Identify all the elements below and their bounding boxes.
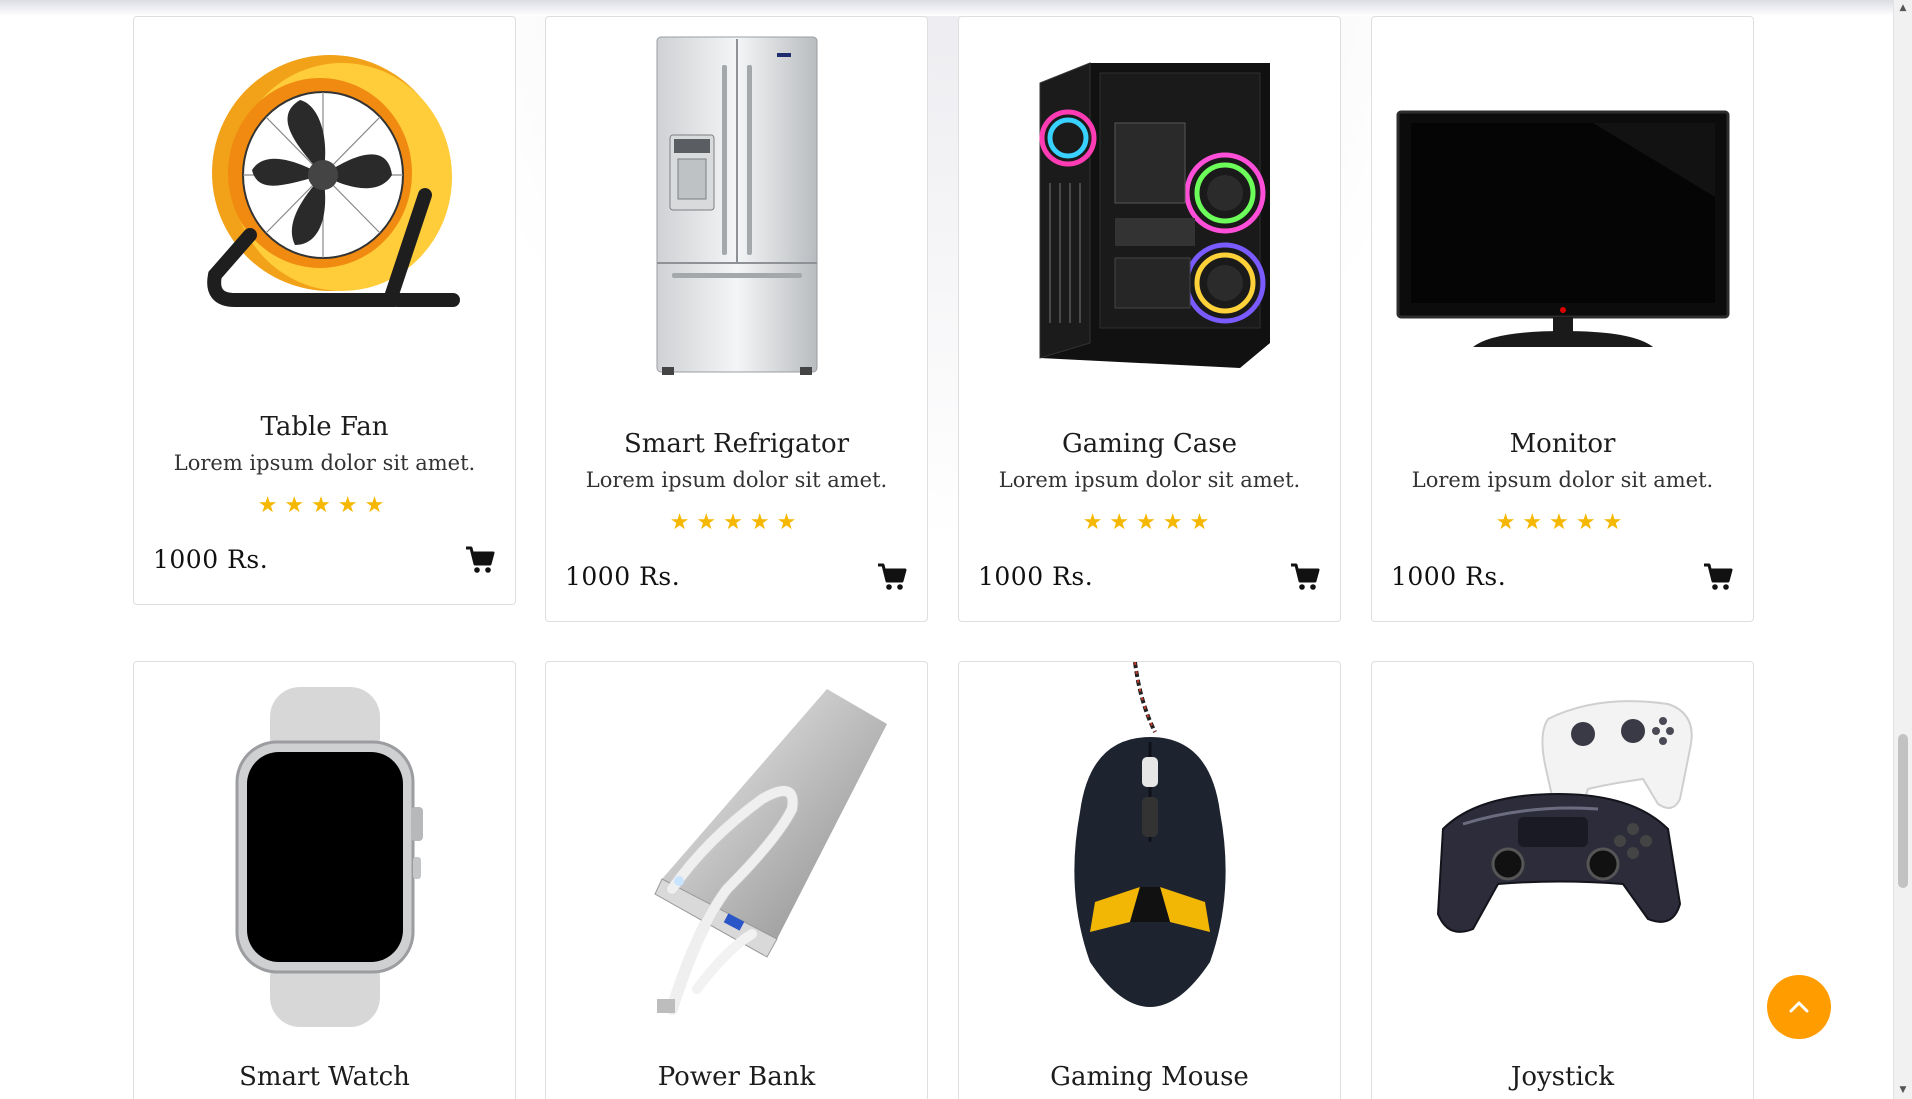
product-card-gaming-case[interactable]: Gaming Case Lorem ipsum dolor sit amet. … [958,16,1341,622]
product-grid-page: Table Fan Lorem ipsum dolor sit amet. ★★… [0,0,1893,1099]
scrollbar-thumb[interactable] [1898,734,1908,888]
product-description: Lorem ipsum dolor sit amet. [173,451,476,475]
rating-stars: ★★★★★ [1495,510,1630,535]
product-card-joystick[interactable]: Joystick [1371,661,1754,1099]
product-card-smart-watch[interactable]: Smart Watch [133,661,516,1099]
product-name: Smart Watch [239,1062,410,1092]
product-card-table-fan[interactable]: Table Fan Lorem ipsum dolor sit amet. ★★… [133,16,516,605]
product-price: 1000 Rs. [565,562,681,591]
joystick-image [1372,684,1753,974]
product-description: Lorem ipsum dolor sit amet. [998,468,1301,492]
refrigerator-image [546,35,927,380]
scroll-up-arrow-icon[interactable]: ▲ [1894,0,1912,17]
product-description: Lorem ipsum dolor sit amet. [585,468,888,492]
gaming-mouse-image [959,662,1340,1007]
back-to-top-button[interactable] [1767,975,1831,1039]
product-card-smart-refrigator[interactable]: Smart Refrigator Lorem ipsum dolor sit a… [545,16,928,622]
chevron-up-icon [1789,1001,1809,1013]
product-name: Table Fan [260,412,389,442]
product-description: Lorem ipsum dolor sit amet. [1411,468,1714,492]
shopping-cart-icon[interactable] [1290,563,1320,591]
product-card-gaming-mouse[interactable]: Gaming Mouse [958,661,1341,1099]
product-price: 1000 Rs. [153,545,269,574]
product-price: 1000 Rs. [978,562,1094,591]
product-name: Gaming Mouse [1050,1062,1249,1092]
shopping-cart-icon[interactable] [877,563,907,591]
shopping-cart-icon[interactable] [1703,563,1733,591]
page-scrollbar[interactable]: ▲ ▼ [1893,0,1912,1099]
smart-watch-image [134,684,515,1029]
product-card-monitor[interactable]: Monitor Lorem ipsum dolor sit amet. ★★★★… [1371,16,1754,622]
product-name: Smart Refrigator [623,429,850,459]
table-fan-image [134,35,515,345]
product-name: Monitor [1509,429,1616,459]
shopping-cart-icon[interactable] [465,546,495,574]
product-price: 1000 Rs. [1391,562,1507,591]
power-bank-image [546,684,927,1029]
scroll-down-arrow-icon[interactable]: ▼ [1894,1082,1912,1099]
product-card-power-bank[interactable]: Power Bank [545,661,928,1099]
rating-stars: ★★★★★ [669,510,804,535]
gaming-case-image [959,35,1340,380]
product-name: Joystick [1510,1062,1615,1092]
rating-stars: ★★★★★ [1082,510,1217,535]
product-name: Gaming Case [1061,429,1238,459]
rating-stars: ★★★★★ [257,493,392,518]
monitor-image [1372,77,1753,387]
product-name: Power Bank [657,1062,816,1092]
